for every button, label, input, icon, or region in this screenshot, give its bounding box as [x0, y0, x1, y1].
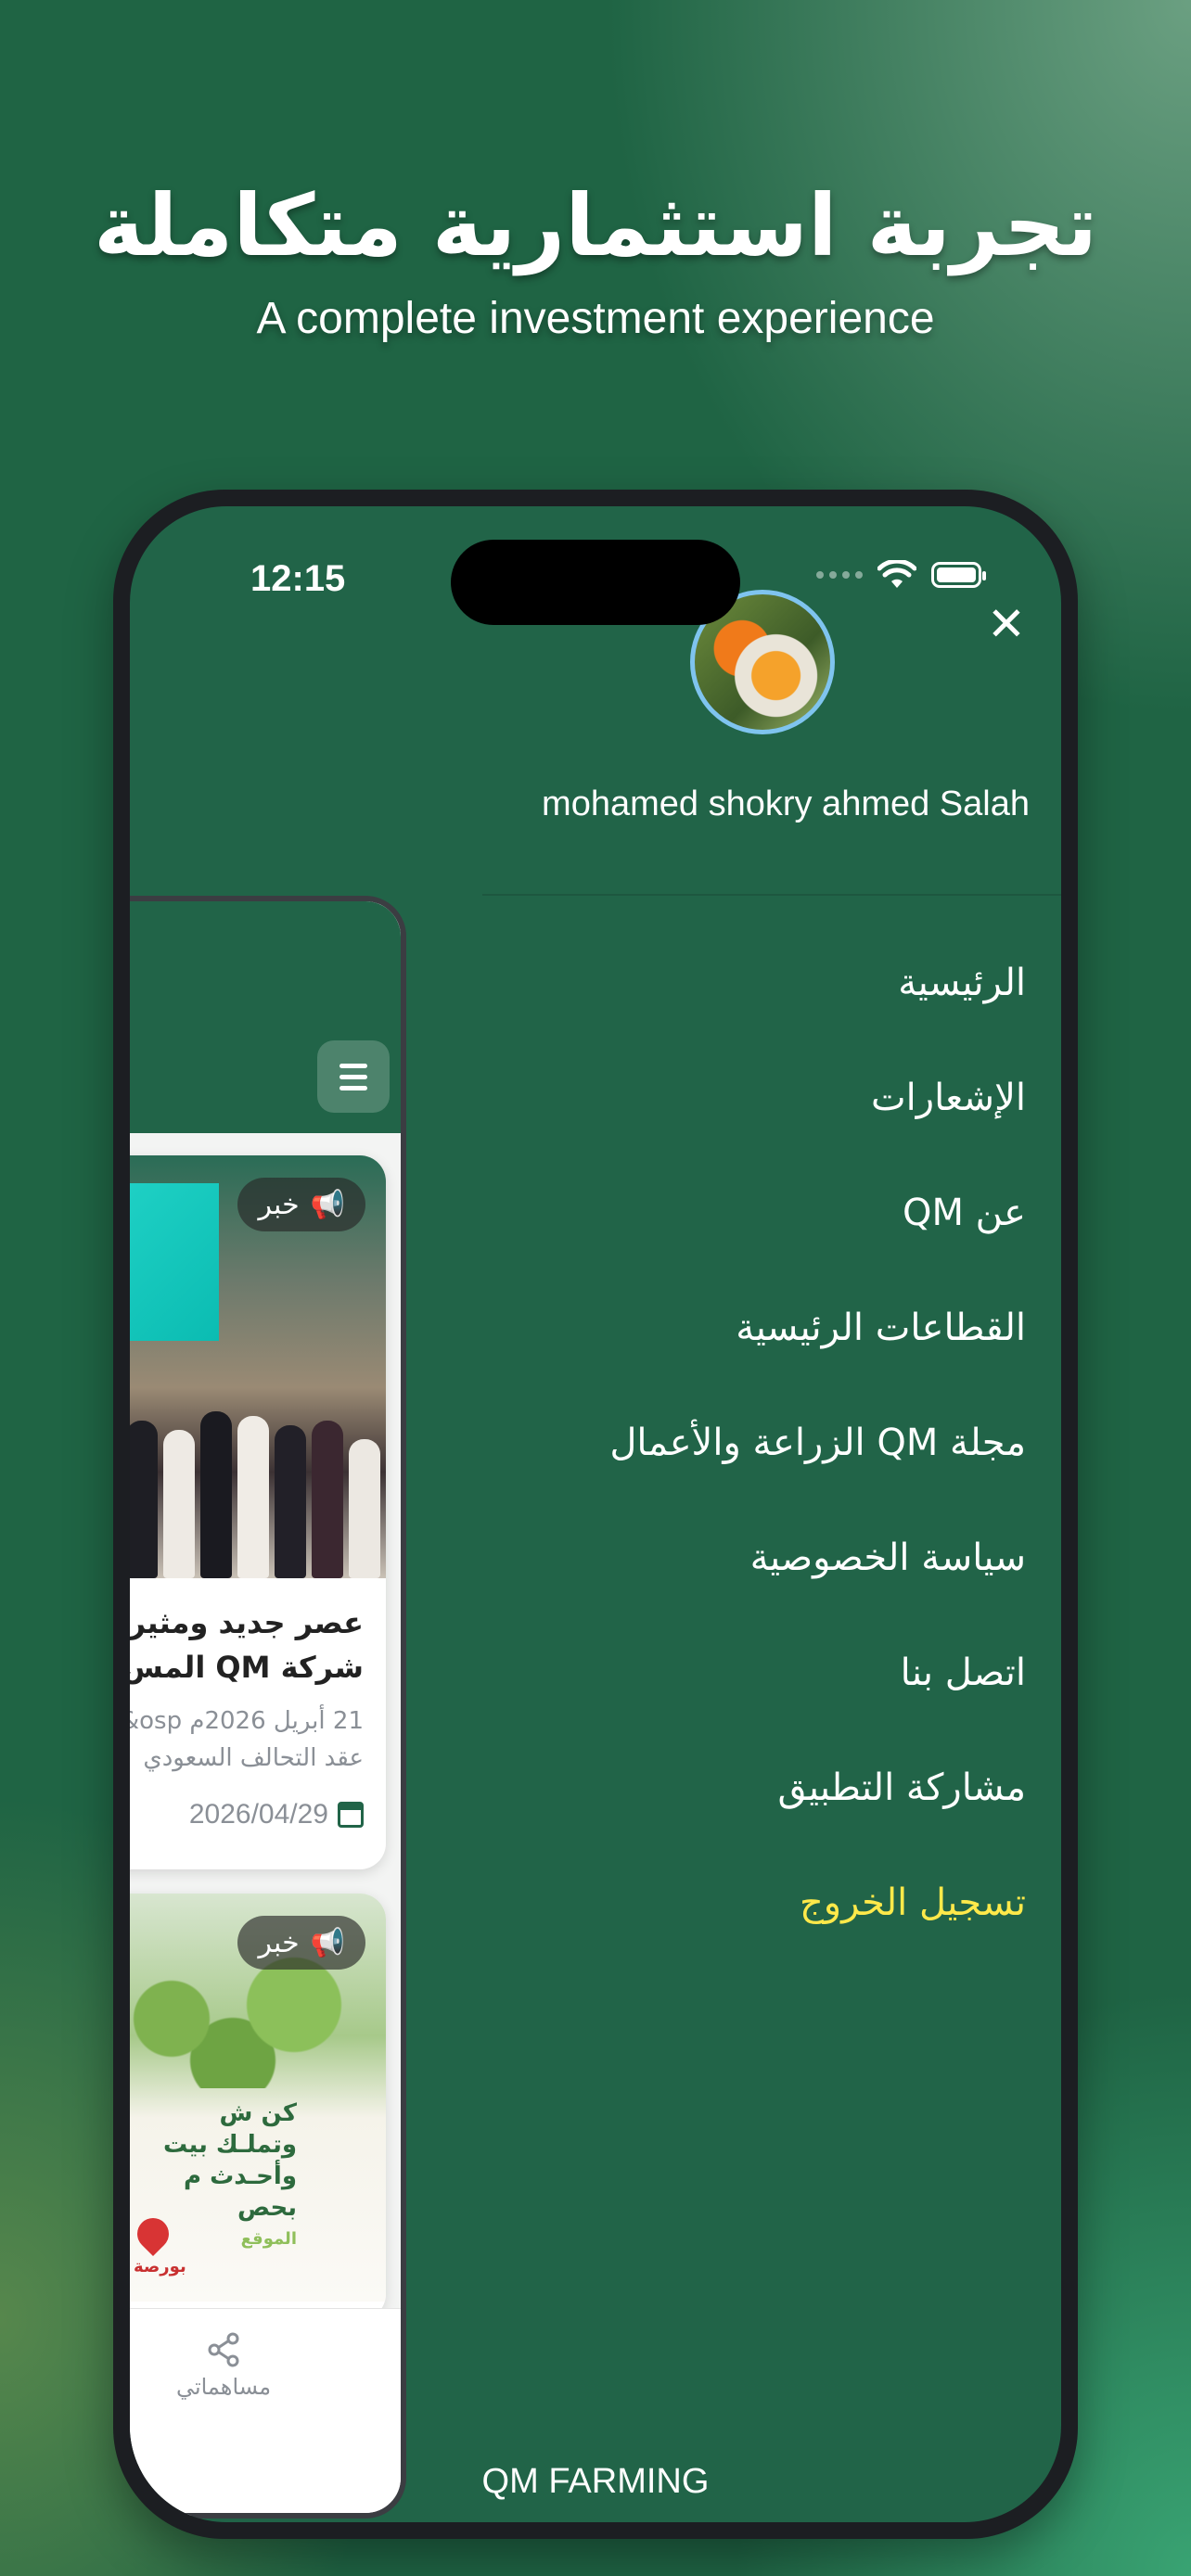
calendar-icon — [338, 1802, 364, 1828]
promo-brand: بورصة — [134, 2257, 186, 2276]
preview-header — [130, 901, 401, 1133]
news-card[interactable]: كن ش وتملـك بيت وأحـدث م بحص الموقع بورص… — [130, 1894, 386, 2320]
dynamic-island — [451, 540, 740, 625]
drawer-menu: الرئيسية الإشعارات عن QM القطاعات الرئيس… — [609, 955, 1026, 1990]
news-title: عصر جديد ومثير شركة QM المس — [130, 1605, 364, 1685]
menu-item-share-app[interactable]: مشاركة التطبيق — [609, 1760, 1027, 1875]
hero-title-arabic: تجربة استثمارية متكاملة — [94, 176, 1097, 275]
menu-item-logout[interactable]: تسجيل الخروج — [609, 1875, 1026, 1990]
menu-item-about[interactable]: عن QM — [609, 1185, 1026, 1300]
news-card[interactable]: 📢 خبر عصر جديد ومثير شركة QM المس 21 أبر… — [130, 1155, 386, 1869]
phone-frame: 12:15 📢 خبر عصر جديد ومثير شركة QM المس … — [113, 490, 1078, 2539]
footer-brand: QM FARMING — [481, 2462, 710, 2501]
status-time: 12:15 — [250, 558, 346, 599]
news-description: 21 أبريل 2026م osp& عقد التحالف السعودي — [130, 1707, 364, 1772]
promo-text: كن ش وتملـك بيت وأحـدث م بحص الموقع — [162, 2099, 297, 2249]
news-badge: 📢 خبر — [237, 1916, 365, 1970]
menu-item-contact[interactable]: اتصل بنا — [609, 1645, 1026, 1760]
menu-item-home[interactable]: الرئيسية — [609, 955, 1026, 1070]
preview-feed: 📢 خبر عصر جديد ومثير شركة QM المس 21 أبر… — [130, 1133, 401, 2320]
wifi-icon — [877, 560, 916, 588]
hero-subtitle-english: A complete investment experience — [256, 294, 935, 343]
megaphone-icon: 📢 — [310, 1188, 345, 1221]
megaphone-icon: 📢 — [310, 1926, 345, 1959]
signal-icon — [816, 571, 863, 579]
user-name: mohamed shokry ahmed Salah — [542, 784, 1030, 823]
close-icon[interactable]: ✕ — [983, 601, 1030, 647]
news-badge: 📢 خبر — [237, 1178, 365, 1231]
share-icon — [208, 2332, 239, 2367]
news-date: 2026/04/29 — [189, 1799, 364, 1830]
phone-screen: 12:15 📢 خبر عصر جديد ومثير شركة QM المس … — [130, 506, 1061, 2522]
hamburger-menu-button[interactable] — [317, 1040, 390, 1113]
app-preview[interactable]: 📢 خبر عصر جديد ومثير شركة QM المس 21 أبر… — [130, 896, 406, 2519]
status-icons — [816, 560, 986, 590]
menu-item-privacy[interactable]: سياسة الخصوصية — [609, 1530, 1026, 1645]
menu-item-sectors[interactable]: القطاعات الرئيسية — [609, 1300, 1026, 1415]
menu-item-notifications[interactable]: الإشعارات — [609, 1070, 1026, 1185]
tab-contributions[interactable]: مساهماتي — [154, 2331, 293, 2400]
battery-icon — [931, 562, 986, 588]
menu-item-magazine[interactable]: مجلة QM الزراعة والأعمال — [609, 1415, 1026, 1530]
divider — [482, 894, 1061, 896]
